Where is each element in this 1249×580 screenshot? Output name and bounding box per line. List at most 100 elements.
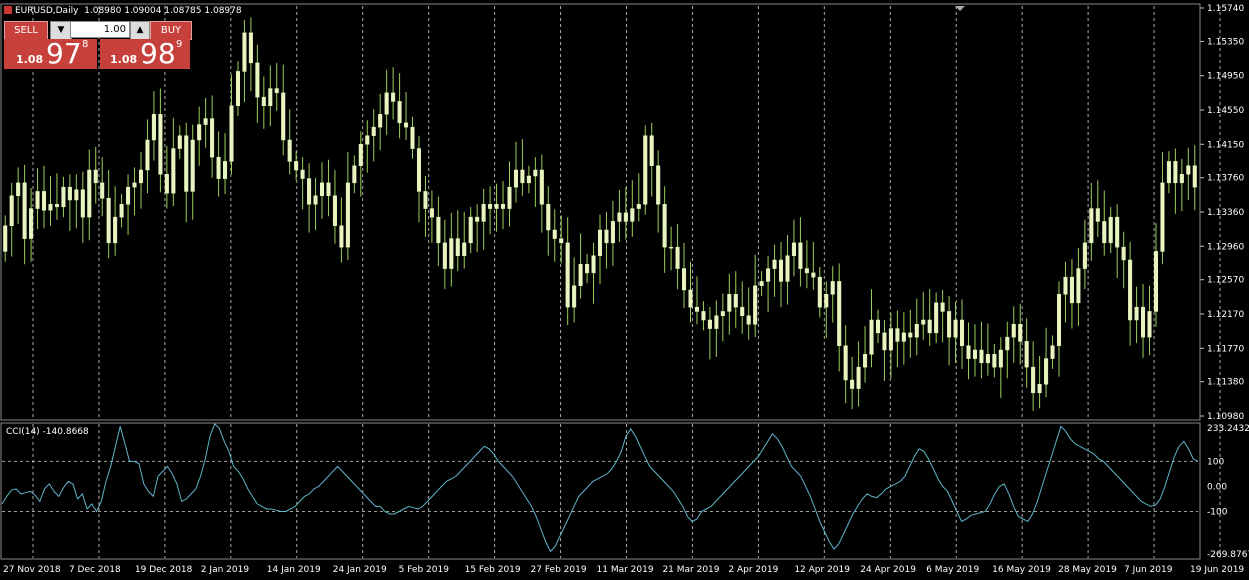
candle-body bbox=[546, 204, 551, 231]
date-tick-label: 7 Dec 2018 bbox=[69, 565, 121, 575]
price-tick-label: 1.14550 bbox=[1207, 106, 1244, 116]
date-tick-label: 21 Mar 2019 bbox=[662, 565, 719, 575]
candle-body bbox=[1095, 208, 1100, 222]
candle-body bbox=[966, 345, 971, 359]
candle-body bbox=[48, 204, 53, 211]
candle-body bbox=[423, 191, 428, 209]
candle-body bbox=[1076, 268, 1081, 304]
candle-body bbox=[410, 126, 415, 149]
candle-body bbox=[1037, 384, 1042, 394]
sell-button[interactable]: SELL bbox=[4, 21, 48, 40]
candle-body bbox=[35, 191, 40, 209]
candle-body bbox=[630, 208, 635, 222]
date-tick-label: 5 Feb 2019 bbox=[399, 565, 450, 575]
candle-body bbox=[371, 126, 376, 136]
date-tick-label: 2 Jan 2019 bbox=[201, 565, 249, 575]
candle-body bbox=[882, 332, 887, 351]
date-tick-label: 19 Dec 2018 bbox=[135, 565, 193, 575]
candle-body bbox=[313, 195, 318, 205]
candle-body bbox=[475, 216, 480, 222]
candle-body bbox=[947, 311, 952, 338]
candle-body bbox=[817, 276, 822, 308]
lot-size-input[interactable]: 1.00 bbox=[70, 21, 130, 38]
candle-body bbox=[863, 354, 868, 368]
candle-body bbox=[16, 182, 21, 196]
candle-body bbox=[1056, 294, 1062, 346]
candle-body bbox=[1108, 216, 1113, 244]
candle-body bbox=[759, 281, 764, 286]
candle-body bbox=[701, 311, 706, 321]
candle-body bbox=[727, 294, 732, 312]
candle-body bbox=[404, 122, 409, 128]
sell-quote[interactable]: 1.08 97 8 bbox=[4, 39, 97, 69]
buy-price-prefix: 1.08 bbox=[110, 53, 138, 66]
candle-body bbox=[1082, 242, 1087, 269]
candle-body bbox=[824, 294, 829, 308]
candle-body bbox=[145, 139, 150, 171]
chart-canvas[interactable]: 27 Nov 2018 7 Dec 2018 19 Dec 2018 2 Jan 20… bbox=[0, 0, 1249, 580]
candle-body bbox=[830, 281, 835, 295]
candle-body bbox=[87, 169, 92, 218]
candle-body bbox=[468, 216, 473, 244]
candle-body bbox=[610, 221, 615, 244]
candle-body bbox=[539, 169, 544, 205]
candle-body bbox=[287, 139, 292, 162]
candle-body bbox=[921, 319, 926, 325]
candle-body bbox=[229, 105, 234, 162]
candle-body bbox=[636, 204, 641, 209]
candle-body bbox=[488, 204, 493, 209]
cci-line bbox=[1, 422, 1199, 553]
candle-body bbox=[442, 242, 447, 269]
price-tick-label: 1.13760 bbox=[1207, 174, 1244, 184]
candle-body bbox=[416, 148, 422, 192]
date-tick-label: 14 Jan 2019 bbox=[267, 565, 321, 575]
candle-body bbox=[682, 268, 687, 291]
candle-body bbox=[332, 195, 337, 226]
grid-lines bbox=[32, 6, 1221, 558]
candle-body bbox=[649, 135, 654, 166]
candle-body bbox=[513, 169, 518, 188]
candle-body bbox=[1153, 251, 1159, 312]
candle-body bbox=[1134, 306, 1139, 321]
candle-body bbox=[985, 354, 990, 364]
candle-body bbox=[604, 229, 609, 244]
candle-body bbox=[694, 306, 700, 312]
candle-body bbox=[533, 169, 538, 177]
candle-body bbox=[1166, 161, 1171, 184]
candle-body bbox=[177, 135, 182, 149]
candle-body bbox=[733, 294, 738, 308]
candle-body bbox=[565, 242, 570, 308]
price-tick-label: 1.12960 bbox=[1207, 242, 1244, 252]
candle-body bbox=[242, 32, 247, 72]
price-candles bbox=[3, 17, 1197, 411]
candle-body bbox=[643, 135, 648, 205]
candle-body bbox=[740, 306, 745, 316]
candle-body bbox=[1018, 324, 1023, 342]
candle-body bbox=[378, 114, 383, 128]
candle-body bbox=[714, 315, 719, 329]
candle-body bbox=[720, 311, 725, 316]
candle-body bbox=[281, 92, 286, 141]
candle-body bbox=[953, 319, 958, 338]
candle-body bbox=[158, 114, 163, 175]
candle-body bbox=[559, 238, 564, 244]
date-tick-label: 11 Mar 2019 bbox=[597, 565, 654, 575]
date-tick-label: 6 May 2019 bbox=[926, 565, 979, 575]
candle-body bbox=[908, 332, 913, 338]
candle-body bbox=[184, 135, 189, 192]
candle-body bbox=[798, 242, 803, 269]
cci-tick-label: 233.2432 bbox=[1207, 424, 1249, 434]
candle-body bbox=[998, 349, 1003, 368]
buy-quote[interactable]: 1.08 98 9 bbox=[100, 39, 190, 69]
candle-body bbox=[869, 319, 874, 355]
candle-body bbox=[61, 186, 66, 208]
candle-body bbox=[261, 96, 266, 106]
candle-body bbox=[526, 175, 531, 184]
candle-body bbox=[294, 161, 299, 171]
candle-body bbox=[216, 156, 221, 179]
candle-body bbox=[203, 118, 208, 125]
candle-body bbox=[345, 182, 350, 248]
price-tick-label: 1.12170 bbox=[1207, 310, 1244, 320]
candle-body bbox=[93, 169, 98, 184]
date-tick-label: 15 Feb 2019 bbox=[465, 565, 521, 575]
